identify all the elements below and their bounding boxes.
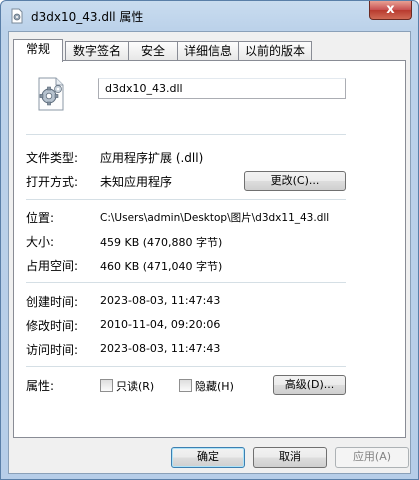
separator <box>26 282 346 283</box>
title-bar[interactable]: d3dx10_43.dll 属性 x <box>1 1 418 31</box>
checkbox-box[interactable] <box>179 379 192 392</box>
tab-previous-versions[interactable]: 以前的版本 <box>238 41 312 61</box>
readonly-label: 只读(R) <box>116 380 155 393</box>
size-on-disk-value: 460 KB (471,040 字节) <box>100 260 223 273</box>
tab-digital-signatures[interactable]: 数字签名 <box>65 41 129 61</box>
checkbox-box[interactable] <box>100 379 113 392</box>
tab-security[interactable]: 安全 <box>128 41 178 61</box>
tab-general[interactable]: 常规 <box>13 39 63 62</box>
separator <box>26 134 346 135</box>
separator <box>26 366 346 367</box>
advanced-button[interactable]: 高级(D)... <box>273 375 346 395</box>
size-label: 大小: <box>26 235 55 249</box>
file-type-value: 应用程序扩展 (.dll) <box>100 151 204 165</box>
tab-details[interactable]: 详细信息 <box>177 41 239 61</box>
modified-label: 修改时间: <box>26 319 79 333</box>
modified-value: 2010-11-04, 09:20:06 <box>100 318 221 331</box>
dll-file-icon <box>11 8 23 24</box>
dialog-buttons: 确定 取消 应用(A) <box>9 445 412 469</box>
change-button[interactable]: 更改(C)... <box>244 171 346 191</box>
dll-settings-file-icon <box>38 77 64 111</box>
size-on-disk-label: 占用空间: <box>26 259 79 273</box>
general-panel: d3dx10_43.dll 文件类型: 应用程序扩展 (.dll) 打开方式: … <box>13 60 406 438</box>
file-name-field[interactable]: d3dx10_43.dll <box>98 78 346 99</box>
apply-button[interactable]: 应用(A) <box>335 447 409 468</box>
size-value: 459 KB (470,880 字节) <box>100 236 223 249</box>
opens-with-value: 未知应用程序 <box>100 175 173 189</box>
close-icon: x <box>386 2 395 17</box>
accessed-value: 2023-08-03, 11:47:43 <box>100 342 221 355</box>
cancel-button[interactable]: 取消 <box>253 447 327 468</box>
properties-window: d3dx10_43.dll 属性 x 常规 数字签名 安全 详细信息 以前的版本 <box>0 0 419 480</box>
separator <box>26 199 346 200</box>
opens-with-label: 打开方式: <box>26 175 79 189</box>
readonly-checkbox[interactable]: 只读(R) <box>100 378 154 394</box>
created-label: 创建时间: <box>26 295 79 309</box>
hidden-label: 隐藏(H) <box>195 380 234 393</box>
created-value: 2023-08-03, 11:47:43 <box>100 294 221 307</box>
window-title: d3dx10_43.dll 属性 <box>31 10 144 24</box>
close-button[interactable]: x <box>369 1 412 20</box>
location-value: C:\Users\admin\Desktop\图片\d3dx11_43.dll <box>100 212 330 224</box>
ok-button[interactable]: 确定 <box>171 447 245 468</box>
accessed-label: 访问时间: <box>26 343 79 357</box>
dialog-client: 常规 数字签名 安全 详细信息 以前的版本 d3dx10_43.dll 文件类型… <box>8 31 411 474</box>
attributes-label: 属性: <box>26 379 55 393</box>
location-label: 位置: <box>26 211 55 225</box>
file-type-label: 文件类型: <box>26 151 79 165</box>
hidden-checkbox[interactable]: 隐藏(H) <box>179 378 234 394</box>
